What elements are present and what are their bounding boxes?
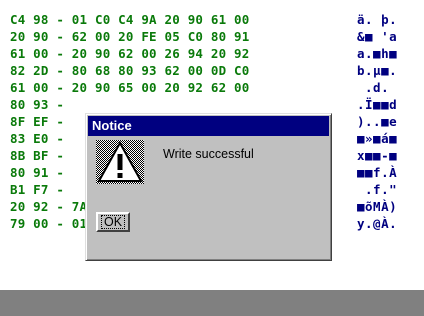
ascii-text: )..■e — [357, 114, 398, 129]
hex-row[interactable]: 8B BF - x■■-■ — [10, 148, 397, 164]
dialog-message: Write successful — [163, 147, 254, 161]
ascii-text: a.■h■ — [357, 46, 398, 61]
hex-bytes: 83 E0 - — [10, 131, 65, 146]
ascii-text: .d. — [357, 80, 398, 95]
ascii-text: ■»■á■ — [357, 131, 398, 146]
hex-bytes: C4 98 - 01 C0 C4 9A 20 90 61 00 — [10, 12, 250, 27]
hex-row[interactable]: 82 2D - 80 68 80 93 62 00 0D C0 b.µ■. — [10, 63, 397, 79]
hex-row[interactable]: C4 98 - 01 C0 C4 9A 20 90 61 00 ä. þ. — [10, 12, 397, 28]
hex-row[interactable]: 8F EF - )..■e — [10, 114, 397, 130]
ascii-text: &■ 'a — [357, 29, 398, 44]
hex-row[interactable]: 61 00 - 20 90 62 00 26 94 20 92 a.■h■ — [10, 46, 397, 62]
dialog-titlebar[interactable]: Notice — [88, 116, 329, 136]
ascii-text: ■■f.À — [357, 165, 398, 180]
notice-dialog: Notice Write successful OK — [85, 113, 332, 261]
ascii-text: x■■-■ — [357, 148, 398, 163]
hex-row[interactable]: B1 F7 - .f." — [10, 182, 397, 198]
hex-bytes: 61 00 - 20 90 65 00 20 92 62 00 — [10, 80, 250, 95]
hex-bytes: 8B BF - — [10, 148, 65, 163]
ascii-text: ■õMÀ) — [357, 199, 398, 214]
hex-bytes: 8F EF - — [10, 114, 65, 129]
ascii-text: .f." — [357, 182, 398, 197]
hex-row[interactable]: 61 00 - 20 90 65 00 20 92 62 00 .d. — [10, 80, 389, 96]
dialog-title: Notice — [92, 118, 132, 133]
hex-row[interactable]: 80 91 - ■■f.À — [10, 165, 397, 181]
hex-row[interactable]: 83 E0 - ■»■á■ — [10, 131, 397, 147]
hex-row[interactable]: 80 93 - .Ï■■d — [10, 97, 397, 113]
hex-row[interactable]: 79 00 - 01 E0 C9 D0 20 90 7A 00 y.@À. — [10, 216, 397, 232]
hex-bytes: 61 00 - 20 90 62 00 26 94 20 92 — [10, 46, 250, 61]
hex-row[interactable]: 20 92 - 7A 00 C0 9A 22 24 20 92 ■õMÀ) — [10, 199, 397, 215]
ascii-text: y.@À. — [357, 216, 398, 231]
ascii-text: ä. þ. — [357, 12, 398, 27]
ascii-text: b.µ■. — [357, 63, 398, 78]
ok-button[interactable]: OK — [96, 212, 130, 232]
status-bar — [0, 290, 424, 316]
hex-bytes: 82 2D - 80 68 80 93 62 00 0D C0 — [10, 63, 250, 78]
ascii-text: .Ï■■d — [357, 97, 398, 112]
hex-row[interactable]: 20 90 - 62 00 20 FE 05 C0 80 91 &■ 'a — [10, 29, 397, 45]
hex-bytes: 80 93 - — [10, 97, 65, 112]
focus-rect — [101, 215, 125, 229]
warning-icon — [96, 140, 144, 184]
hex-bytes: 80 91 - — [10, 165, 65, 180]
hex-bytes: 20 90 - 62 00 20 FE 05 C0 80 91 — [10, 29, 250, 44]
hex-bytes: B1 F7 - — [10, 182, 65, 197]
